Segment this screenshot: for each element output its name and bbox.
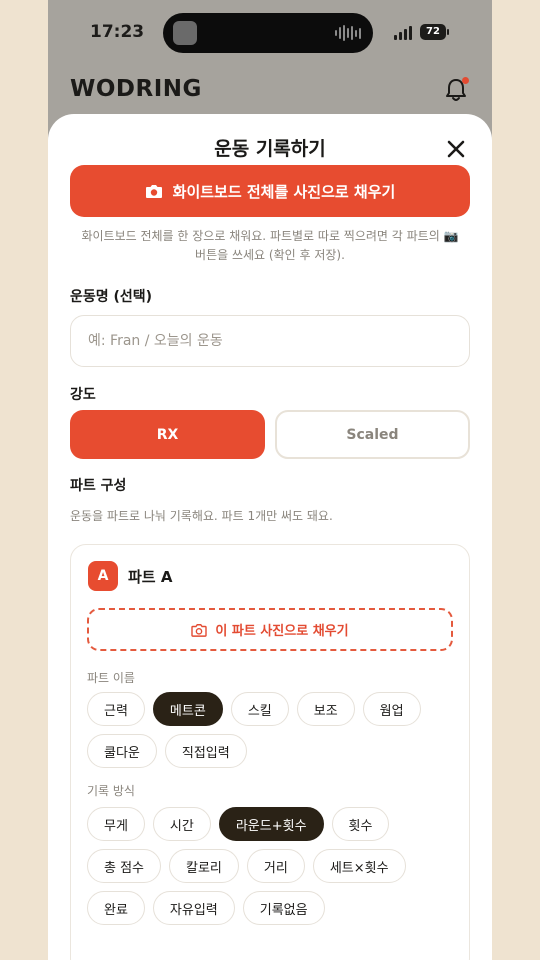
record-workout-sheet: 운동 기록하기 화이트보드 전체를 사진으로 채우기 화이트보드 전체를 한 장… (48, 114, 492, 960)
notification-dot (462, 77, 469, 84)
chip-part-name[interactable]: 쿨다운 (87, 734, 157, 768)
audio-waveform-icon (335, 25, 361, 41)
sheet-title: 운동 기록하기 (214, 138, 326, 160)
parts-label: 파트 구성 (70, 478, 127, 494)
intensity-label: 강도 (70, 387, 96, 403)
chip-record-method[interactable]: 기록없음 (242, 891, 325, 925)
fill-part-photo-button[interactable]: 이 파트 사진으로 채우기 (87, 608, 453, 651)
chip-record-method[interactable]: 자유입력 (152, 891, 235, 925)
fill-hint: 화이트보드 전체를 한 장으로 채워요. 파트별로 따로 찍으려면 각 파트의 … (70, 227, 470, 265)
fill-hint-line1: 화이트보드 전체를 한 장으로 채워요. 파트별로 따로 찍으려면 각 파트의 … (81, 229, 459, 243)
chip-record-method[interactable]: 횟수 (331, 807, 390, 841)
chip-record-method[interactable]: 세트×횟수 (312, 849, 406, 883)
record-method-chips: 무게 시간 라운드+횟수 횟수 총 점수 칼로리 거리 세트×횟수 완료 자유입… (87, 807, 457, 925)
chip-part-name[interactable]: 직접입력 (164, 734, 247, 768)
dynamic-island (163, 13, 373, 53)
app-logo: WODRING (70, 76, 202, 102)
intensity-scaled-button[interactable]: Scaled (275, 410, 470, 459)
phone-screen: 17:23 72 WODRING 운동 기록하기 화이트보드 전체를 사진으로 (48, 0, 492, 960)
now-playing-artwork (173, 21, 197, 45)
workout-name-input[interactable] (70, 315, 470, 367)
camera-icon (191, 623, 208, 637)
status-bar: 17:23 72 (48, 0, 492, 66)
fill-hint-line2: 버튼을 쓰세요 (확인 후 저장). (195, 248, 345, 262)
chip-record-method[interactable]: 시간 (152, 807, 211, 841)
chip-part-name[interactable]: 메트콘 (152, 692, 223, 726)
fill-whiteboard-photo-button[interactable]: 화이트보드 전체를 사진으로 채우기 (70, 165, 470, 217)
part-name-chips: 근력 메트콘 스킬 보조 웜업 쿨다운 직접입력 (87, 692, 457, 768)
chip-record-method[interactable]: 무게 (87, 807, 145, 841)
parts-hint: 운동을 파트로 나눠 기록해요. 파트 1개만 써도 돼요. (70, 509, 333, 523)
status-time: 17:23 (90, 22, 145, 42)
record-method-section-label: 기록 방식 (87, 784, 135, 798)
chip-record-method[interactable]: 완료 (87, 891, 145, 925)
fill-part-label: 이 파트 사진으로 채우기 (215, 624, 349, 639)
chip-record-method[interactable]: 라운드+횟수 (218, 807, 324, 841)
chip-part-name[interactable]: 보조 (296, 692, 355, 726)
chip-part-name[interactable]: 근력 (87, 692, 145, 726)
part-name-section-label: 파트 이름 (87, 671, 135, 685)
fill-whiteboard-label: 화이트보드 전체를 사진으로 채우기 (172, 182, 396, 201)
chip-part-name[interactable]: 스킬 (230, 692, 289, 726)
workout-name-label: 운동명 (선택) (70, 289, 153, 305)
battery-tip (447, 29, 449, 35)
camera-icon (145, 185, 162, 198)
part-title: 파트 A (128, 568, 173, 586)
intensity-rx-button[interactable]: RX (70, 410, 265, 459)
chip-record-method[interactable]: 총 점수 (87, 849, 162, 883)
battery-icon: 72 (420, 24, 446, 40)
close-icon[interactable] (445, 138, 467, 160)
chip-record-method[interactable]: 거리 (246, 849, 305, 883)
signal-icon (394, 26, 412, 40)
chip-part-name[interactable]: 웜업 (362, 692, 421, 726)
part-card: A 파트 A 이 파트 사진으로 채우기 파트 이름 근력 메트콘 스킬 보조 … (70, 544, 470, 960)
chip-record-method[interactable]: 칼로리 (169, 849, 239, 883)
part-badge: A (88, 561, 118, 591)
